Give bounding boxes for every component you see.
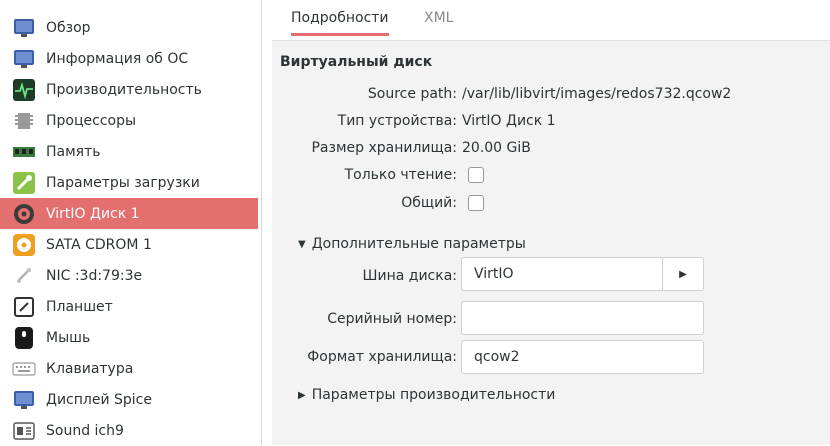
readonly-label: Только чтение:: [344, 167, 457, 183]
sidebar-item-boot-options[interactable]: Параметры загрузки: [0, 167, 258, 198]
performance-options-expander[interactable]: ▶ Параметры производительности: [298, 387, 555, 403]
sidebar-item-label: Планшет: [46, 298, 113, 315]
tab-xml[interactable]: XML: [424, 10, 453, 26]
device-type-value: VirtIO Диск 1: [462, 113, 556, 129]
performance-graph-icon: [12, 78, 36, 102]
sidebar-item-label: Sound ich9: [46, 422, 124, 439]
sidebar-item-performance[interactable]: Производительность: [0, 74, 258, 105]
sidebar-item-display-spice[interactable]: Дисплей Spice: [0, 384, 258, 415]
sidebar-item-label: Клавиатура: [46, 360, 134, 377]
sidebar-item-overview[interactable]: Обзор: [0, 12, 258, 43]
monitor-icon: [12, 16, 36, 40]
sidebar-item-label: SATA CDROM 1: [46, 236, 152, 253]
details-panel: Подробности XML Виртуальный диск Source …: [272, 0, 830, 445]
tablet-icon: [12, 295, 36, 319]
device-type-label: Тип устройства:: [337, 113, 457, 129]
storage-format-input[interactable]: qcow2: [461, 340, 704, 374]
serial-number-label: Серийный номер:: [327, 311, 457, 327]
keyboard-icon: [12, 357, 36, 381]
advanced-options-label: Дополнительные параметры: [311, 236, 526, 252]
memory-module-icon: [12, 140, 36, 164]
hardware-sidebar: Обзор Информация об ОС Производительност…: [0, 0, 262, 445]
dropdown-arrow-icon[interactable]: ▶: [662, 258, 703, 290]
readonly-checkbox[interactable]: [468, 167, 484, 183]
source-path-value: /var/lib/libvirt/images/redos732.qcow2: [462, 86, 732, 102]
serial-number-input[interactable]: [461, 301, 704, 335]
wrench-icon: [12, 171, 36, 195]
mouse-icon: [12, 326, 36, 350]
advanced-options-expander[interactable]: ▼ Дополнительные параметры: [298, 236, 526, 252]
sidebar-item-label: Дисплей Spice: [46, 391, 152, 408]
sidebar-item-keyboard[interactable]: Клавиатура: [0, 353, 258, 384]
sound-card-icon: [12, 419, 36, 443]
monitor-info-icon: [12, 47, 36, 71]
disk-drive-icon: [12, 202, 36, 226]
sidebar-item-sata-cdrom[interactable]: SATA CDROM 1: [0, 229, 258, 260]
storage-size-label: Размер хранилища:: [311, 140, 457, 156]
sidebar-item-label: Мышь: [46, 329, 91, 346]
disk-bus-value: VirtIO: [474, 266, 514, 282]
sidebar-item-virtio-disk[interactable]: VirtIO Диск 1: [0, 198, 258, 229]
tab-bar: Подробности XML: [272, 0, 830, 41]
section-title: Виртуальный диск: [280, 54, 433, 70]
sidebar-item-label: Производительность: [46, 81, 202, 98]
display-icon: [12, 388, 36, 412]
storage-format-value: qcow2: [474, 349, 520, 365]
storage-size-value: 20.00 GiB: [462, 140, 531, 156]
disk-bus-combobox[interactable]: VirtIO ▶: [461, 257, 704, 291]
network-icon: [12, 264, 36, 288]
sidebar-item-sound[interactable]: Sound ich9: [0, 415, 258, 446]
expanded-arrow-icon: ▼: [298, 238, 306, 250]
tab-details[interactable]: Подробности: [291, 10, 389, 36]
sidebar-item-label: NIC :3d:79:3e: [46, 267, 143, 284]
storage-format-label: Формат хранилища:: [307, 349, 457, 365]
sidebar-item-label: Процессоры: [46, 112, 137, 129]
sidebar-item-label: Память: [46, 143, 101, 160]
shared-checkbox[interactable]: [468, 195, 484, 211]
sidebar-item-nic[interactable]: NIC :3d:79:3e: [0, 260, 258, 291]
sidebar-item-label: Параметры загрузки: [46, 174, 200, 191]
sidebar-item-os-info[interactable]: Информация об ОС: [0, 43, 258, 74]
shared-label: Общий:: [401, 195, 457, 211]
collapsed-arrow-icon: ▶: [298, 389, 306, 401]
disk-bus-label: Шина диска:: [362, 268, 457, 284]
sidebar-item-label: Информация об ОС: [46, 50, 189, 67]
source-path-label: Source path:: [367, 86, 457, 102]
sidebar-item-mouse[interactable]: Мышь: [0, 322, 258, 353]
cpu-chip-icon: [12, 109, 36, 133]
sidebar-item-label: VirtIO Диск 1: [46, 205, 140, 222]
sidebar-item-cpus[interactable]: Процессоры: [0, 105, 258, 136]
sidebar-item-memory[interactable]: Память: [0, 136, 258, 167]
performance-options-label: Параметры производительности: [311, 387, 556, 403]
cdrom-icon: [12, 233, 36, 257]
sidebar-item-label: Обзор: [46, 19, 91, 36]
sidebar-item-tablet[interactable]: Планшет: [0, 291, 258, 322]
